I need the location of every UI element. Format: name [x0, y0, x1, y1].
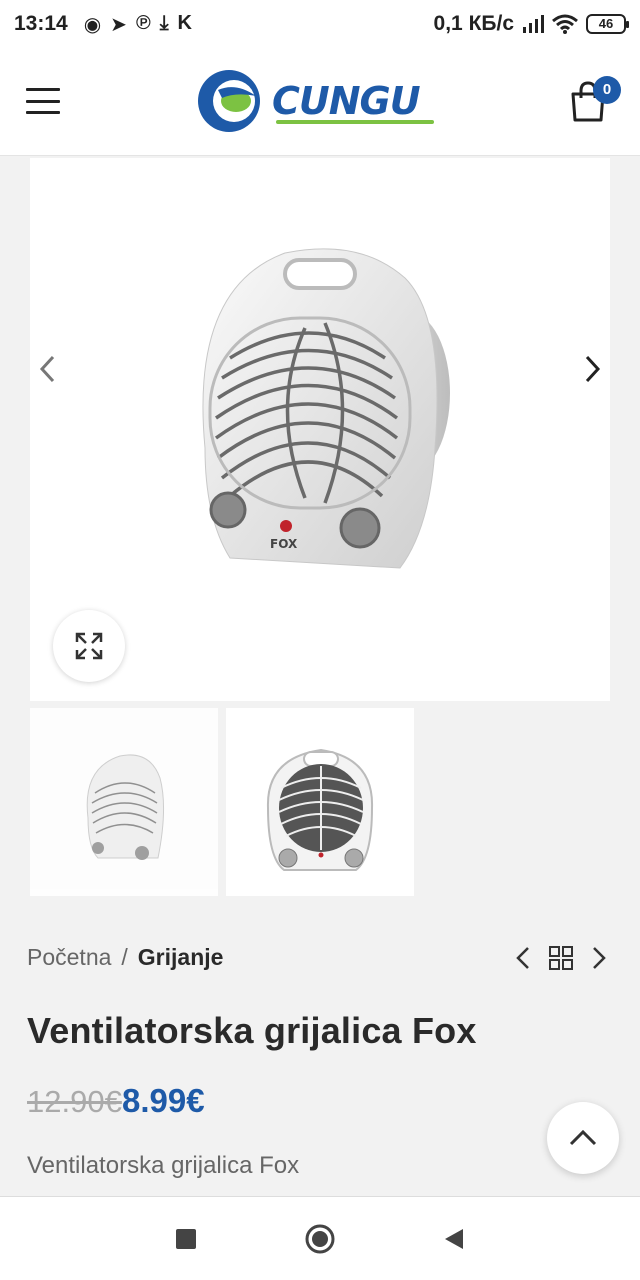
breadcrumb-current[interactable]: Grijanje	[138, 944, 224, 971]
product-main-image[interactable]: FOX	[30, 158, 610, 701]
k-icon: K	[177, 11, 192, 34]
triangle-back-icon	[445, 1228, 463, 1249]
square-icon	[176, 1228, 196, 1249]
product-title: Ventilatorska grijalica Fox	[27, 1010, 477, 1051]
carousel-next-button[interactable]	[578, 346, 608, 392]
pinterest-icon: ℗	[135, 11, 151, 34]
status-bar-left: 13:14 ◉ ➤ ℗ ⤓ K	[14, 12, 192, 37]
wifi-icon	[552, 14, 578, 34]
zoom-button[interactable]	[53, 610, 125, 682]
chevron-up-icon	[569, 1129, 597, 1146]
fox-brand-label: FOX	[270, 537, 298, 551]
thumbnail-2[interactable]	[226, 708, 414, 896]
status-time: 13:14	[14, 12, 68, 35]
system-navigation-bar	[0, 1196, 640, 1280]
product-short-description: Ventilatorska grijalica Fox	[27, 1152, 300, 1179]
whatsapp-icon: ◉	[83, 13, 102, 36]
previous-product-icon[interactable]	[512, 944, 534, 972]
cart-count-badge[interactable]: 0	[593, 76, 621, 104]
carousel-prev-button[interactable]	[32, 346, 62, 392]
telegram-icon: ➤	[110, 13, 127, 36]
chevron-right-icon	[585, 355, 601, 383]
status-bar: 13:14 ◉ ➤ ℗ ⤓ K 0,1 КБ/с 46	[0, 0, 640, 48]
circle-icon	[305, 1224, 335, 1253]
network-speed: 0,1 КБ/с	[433, 12, 514, 35]
sale-price: 8.99€	[122, 1082, 205, 1119]
product-navigation	[512, 944, 610, 972]
back-button[interactable]	[387, 1197, 521, 1280]
brand-logo[interactable]: CUNGU	[196, 68, 446, 134]
grid-icon[interactable]	[548, 945, 574, 971]
home-button[interactable]	[253, 1197, 387, 1280]
old-price: 12.90€	[27, 1084, 122, 1119]
breadcrumb: Početna / Grijanje	[27, 944, 223, 971]
thumbnail-image	[86, 754, 165, 860]
fan-heater-image: FOX	[202, 248, 450, 569]
logo-text: CUNGU	[272, 79, 421, 123]
thumbnail-image	[266, 748, 374, 871]
scroll-to-top-button[interactable]	[547, 1102, 619, 1174]
signal-icon	[523, 15, 544, 33]
download-icon: ⤓	[159, 11, 169, 34]
recent-apps-button[interactable]	[119, 1197, 253, 1280]
breadcrumb-separator: /	[121, 944, 128, 970]
notification-icons: ◉ ➤ ℗ ⤓ K	[84, 12, 192, 37]
site-header: CUNGU 0	[0, 48, 640, 156]
expand-icon	[75, 632, 103, 660]
breadcrumb-home-link[interactable]: Početna	[27, 944, 111, 971]
menu-icon[interactable]	[26, 88, 60, 114]
thumbnail-1[interactable]	[30, 708, 218, 896]
status-bar-right: 0,1 КБ/с 46	[433, 12, 629, 36]
battery-icon: 46	[586, 14, 629, 34]
chevron-left-icon	[39, 355, 55, 383]
next-product-icon[interactable]	[588, 944, 610, 972]
